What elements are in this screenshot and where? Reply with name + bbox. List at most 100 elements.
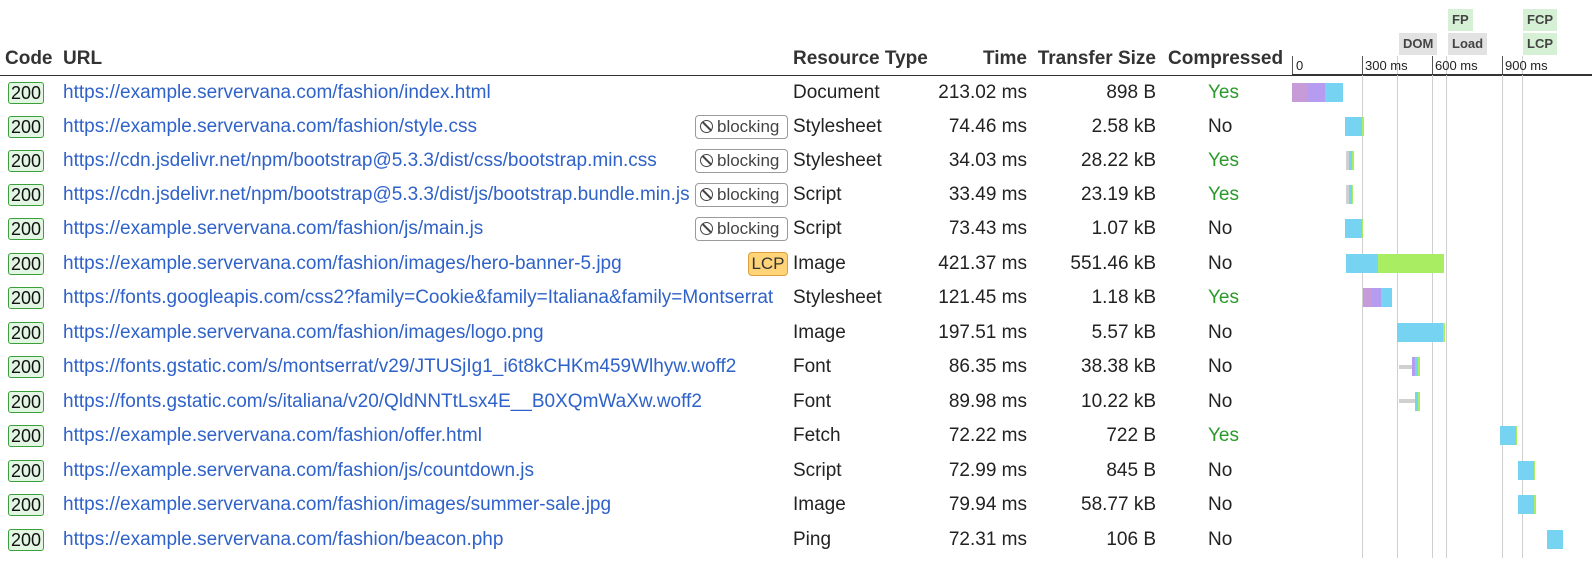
table-row[interactable]: 200 https://fonts.gstatic.com/s/italiana… <box>0 385 1592 419</box>
header-url[interactable]: URL <box>63 48 102 70</box>
tick-label-0: 0 <box>1296 58 1304 73</box>
tick-mark-0 <box>1292 56 1293 74</box>
header-resource-type[interactable]: Resource Type <box>793 48 928 70</box>
request-url-link[interactable]: https://example.servervana.com/fashion/i… <box>63 488 783 522</box>
request-url-link[interactable]: https://example.servervana.com/fashion/j… <box>63 454 783 488</box>
timing-bar-segment <box>1399 365 1412 369</box>
transfer-size: 898 B <box>1106 82 1156 103</box>
timing-bar-segment <box>1418 357 1420 376</box>
timing-bar-segment <box>1292 83 1308 102</box>
resource-type: Image <box>793 494 846 515</box>
request-url-link[interactable]: https://example.servervana.com/fashion/i… <box>63 316 783 350</box>
transfer-size: 58.77 kB <box>1081 494 1156 515</box>
timing-bar-segment <box>1308 83 1325 102</box>
request-url-link[interactable]: https://example.servervana.com/fashion/s… <box>63 110 691 144</box>
request-time: 72.31 ms <box>948 529 1027 550</box>
timing-bar-segment <box>1534 461 1535 480</box>
tick-label-300: 300 ms <box>1365 58 1408 73</box>
status-code-badge: 200 <box>8 322 44 344</box>
request-url-link[interactable]: https://example.servervana.com/fashion/i… <box>63 76 788 110</box>
table-row[interactable]: 200 https://example.servervana.com/fashi… <box>0 523 1592 557</box>
table-row[interactable]: 200 https://example.servervana.com/fashi… <box>0 454 1592 488</box>
request-time: 79.94 ms <box>948 494 1027 515</box>
timing-bar-segment <box>1372 288 1381 307</box>
status-code-badge: 200 <box>8 150 44 172</box>
request-time: 33.49 ms <box>948 184 1027 205</box>
header-transfer-size[interactable]: Transfer Size <box>1038 48 1156 70</box>
request-time: 72.99 ms <box>948 460 1027 481</box>
blocking-badge: blocking <box>695 217 788 241</box>
resource-type: Stylesheet <box>793 150 882 171</box>
compressed-status: No <box>1208 460 1233 481</box>
transfer-size: 28.22 kB <box>1081 150 1156 171</box>
marker-dom: DOM <box>1399 33 1438 55</box>
request-url-link[interactable]: https://example.servervana.com/fashion/j… <box>63 212 691 246</box>
lcp-badge: LCP <box>748 252 788 276</box>
marker-fp: FP <box>1448 9 1473 31</box>
resource-type: Document <box>793 82 880 103</box>
transfer-size: 10.22 kB <box>1081 391 1156 412</box>
blocking-badge: blocking <box>695 183 788 207</box>
compressed-status: Yes <box>1208 150 1239 171</box>
compressed-status: Yes <box>1208 184 1239 205</box>
table-row[interactable]: 200 https://example.servervana.com/fashi… <box>0 76 1592 110</box>
status-code-badge: 200 <box>8 253 44 275</box>
request-url-link[interactable]: https://example.servervana.com/fashion/i… <box>63 247 743 281</box>
table-row[interactable]: 200 https://cdn.jsdelivr.net/npm/bootstr… <box>0 178 1592 212</box>
table-row[interactable]: 200 https://example.servervana.com/fashi… <box>0 488 1592 522</box>
timing-bar-segment <box>1362 117 1364 136</box>
header-compressed[interactable]: Compressed <box>1168 48 1283 70</box>
table-row[interactable]: 200 https://fonts.googleapis.com/css2?fa… <box>0 281 1592 315</box>
compressed-status: No <box>1208 218 1233 239</box>
timing-bar-segment <box>1325 83 1343 102</box>
marker-lcp: LCP <box>1523 33 1557 55</box>
transfer-size: 1.18 kB <box>1091 287 1156 308</box>
request-url-link[interactable]: https://fonts.gstatic.com/s/montserrat/v… <box>63 350 783 384</box>
resource-type: Image <box>793 322 846 343</box>
blocking-label: blocking <box>717 185 780 204</box>
status-code-badge: 200 <box>8 391 44 413</box>
timing-bar-segment <box>1352 185 1353 204</box>
request-url-link[interactable]: https://cdn.jsdelivr.net/npm/bootstrap@5… <box>63 178 691 212</box>
status-code-badge: 200 <box>8 356 44 378</box>
timing-bar-segment <box>1397 323 1443 342</box>
marker-load: Load <box>1448 33 1488 55</box>
request-url-link[interactable]: https://example.servervana.com/fashion/o… <box>63 419 783 453</box>
status-code-badge: 200 <box>8 494 44 516</box>
table-row[interactable]: 200 https://fonts.gstatic.com/s/montserr… <box>0 350 1592 384</box>
request-time: 34.03 ms <box>948 150 1027 171</box>
table-row[interactable]: 200 https://example.servervana.com/fashi… <box>0 316 1592 350</box>
request-url-link[interactable]: https://fonts.googleapis.com/css2?family… <box>63 281 783 315</box>
tick-label-600: 600 ms <box>1435 58 1478 73</box>
blocking-label: blocking <box>717 219 780 238</box>
timing-bar-segment <box>1399 399 1415 403</box>
waterfall-axis <box>1292 74 1592 75</box>
request-url-link[interactable]: https://example.servervana.com/fashion/b… <box>63 523 783 557</box>
transfer-size: 551.46 kB <box>1070 253 1156 274</box>
blocked-icon <box>700 154 713 167</box>
request-url-link[interactable]: https://cdn.jsdelivr.net/npm/bootstrap@5… <box>63 144 691 178</box>
resource-type: Script <box>793 460 842 481</box>
request-time: 86.35 ms <box>948 356 1027 377</box>
tick-mark-600 <box>1432 56 1433 74</box>
request-time: 74.46 ms <box>948 116 1027 137</box>
blocking-label: blocking <box>717 117 780 136</box>
request-time: 73.43 ms <box>948 218 1027 239</box>
blocked-icon <box>700 188 713 201</box>
tick-mark-300 <box>1362 56 1363 74</box>
timing-bar-segment <box>1378 254 1444 273</box>
request-url-link[interactable]: https://fonts.gstatic.com/s/italiana/v20… <box>63 385 783 419</box>
timing-bar-segment <box>1516 426 1517 445</box>
timing-bar-segment <box>1362 219 1363 238</box>
timing-bar-segment <box>1518 495 1534 514</box>
header-time[interactable]: Time <box>983 48 1027 70</box>
compressed-status: Yes <box>1208 425 1239 446</box>
request-time: 121.45 ms <box>938 287 1027 308</box>
compressed-status: No <box>1208 356 1233 377</box>
resource-type: Script <box>793 184 842 205</box>
timing-bar-segment <box>1500 426 1516 445</box>
timing-bar-segment <box>1534 495 1536 514</box>
header-code[interactable]: Code <box>5 48 53 70</box>
table-row[interactable]: 200 https://example.servervana.com/fashi… <box>0 419 1592 453</box>
resource-type: Fetch <box>793 425 841 446</box>
